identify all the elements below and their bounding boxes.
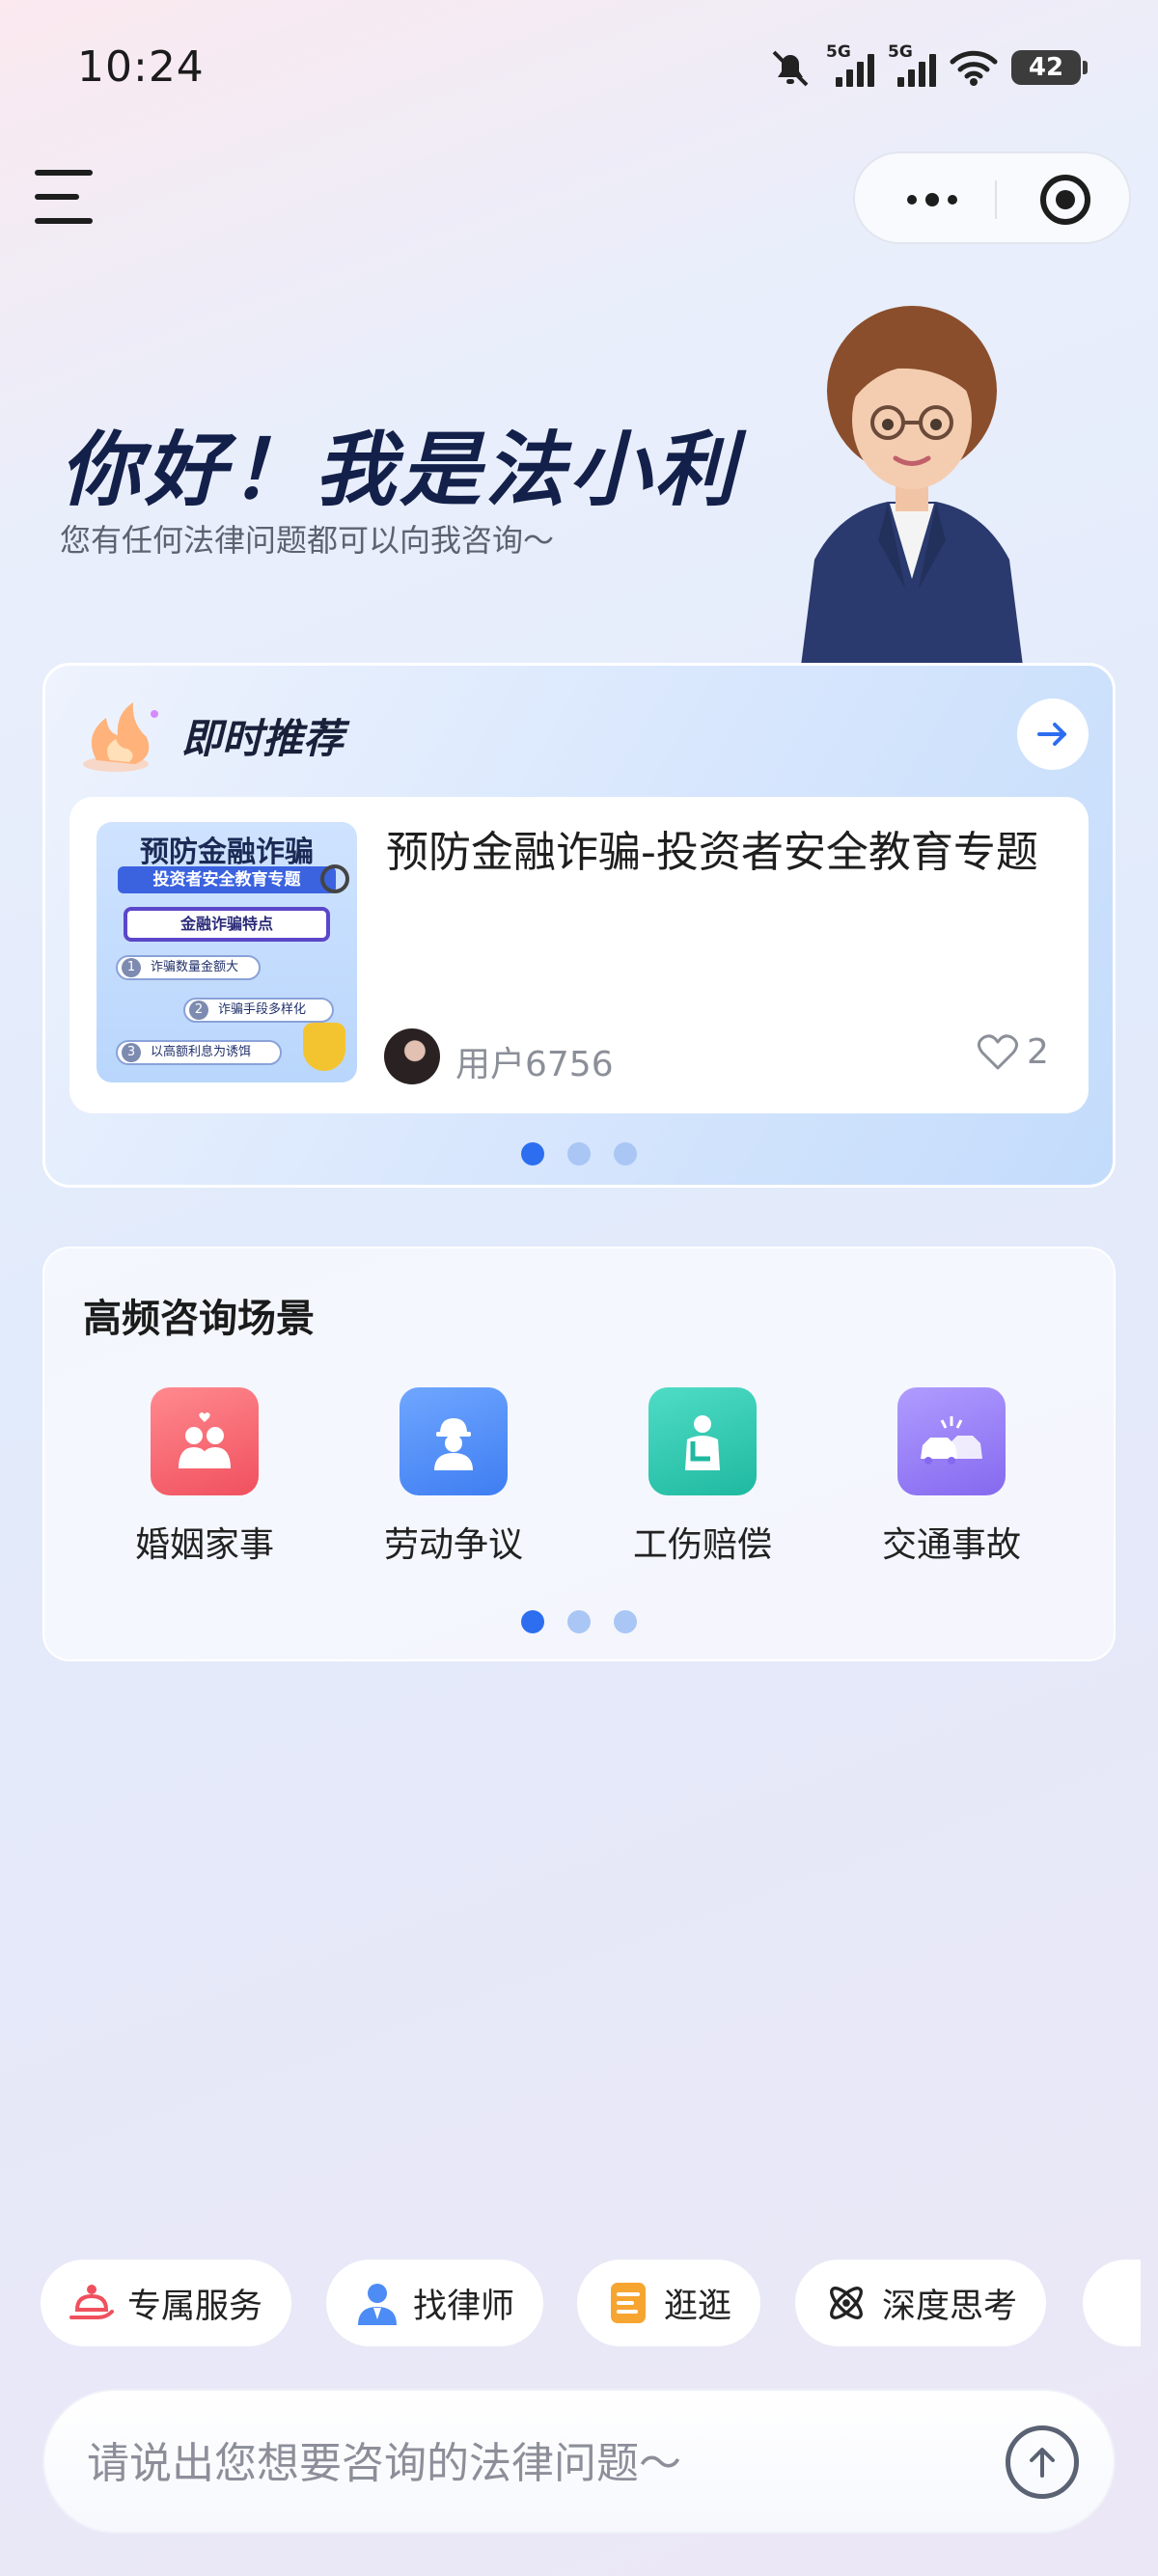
- arrow-right-icon: [1037, 723, 1066, 746]
- recommend-more-button[interactable]: [1017, 699, 1089, 770]
- pagination-dot-active[interactable]: [521, 1142, 544, 1165]
- silent-bell-icon: [772, 50, 809, 87]
- scene-label: 交通事故: [881, 1525, 1021, 1565]
- question-input-bar: [42, 2389, 1116, 2534]
- close-miniapp-icon[interactable]: [1040, 175, 1090, 225]
- chip-exclusive-service[interactable]: 专属服务: [41, 2260, 292, 2346]
- scene-label: 婚姻家事: [134, 1525, 274, 1565]
- recommend-author: 用户6756: [455, 1045, 614, 1084]
- scene-labor[interactable]: 劳动争议: [347, 1387, 560, 1567]
- battery-indicator: 42: [1011, 50, 1088, 85]
- pagination-dot[interactable]: [614, 1142, 637, 1165]
- pagination-dot[interactable]: [567, 1610, 591, 1633]
- assistant-avatar-illustration: [801, 306, 1023, 666]
- status-time: 10:24: [77, 42, 205, 92]
- chip-overflow[interactable]: [1083, 2260, 1141, 2346]
- question-input[interactable]: [87, 2429, 955, 2497]
- cellular-signal-1-icon: 5G: [826, 42, 874, 87]
- pagination-dot[interactable]: [614, 1610, 637, 1633]
- recommend-headline[interactable]: 预防金融诈骗-投资者安全教育专题: [386, 822, 1062, 884]
- like-button[interactable]: 2: [977, 1032, 1049, 1072]
- chip-find-lawyer[interactable]: 找律师: [326, 2260, 544, 2346]
- scene-marriage[interactable]: 婚姻家事: [98, 1387, 311, 1567]
- browse-icon: [606, 2281, 650, 2325]
- recommend-title: 即时推荐: [181, 715, 345, 762]
- scenes-pagination: [521, 1610, 637, 1633]
- shield-icon: [303, 1023, 345, 1071]
- pagination-dot-active[interactable]: [521, 1610, 544, 1633]
- recommend-thumbnail[interactable]: 预防金融诈骗 投资者安全教育专题 金融诈骗特点 1 诈骗数量金额大 2 诈骗手段多样…: [96, 822, 357, 1082]
- couple-icon: [151, 1387, 259, 1495]
- more-options-icon[interactable]: [894, 180, 971, 219]
- user-avatar: [384, 1028, 440, 1084]
- scenes-title: 高频咨询场景: [83, 1297, 315, 1341]
- cellular-signal-2-icon: 5G: [888, 42, 936, 87]
- heart-icon: [978, 1033, 1018, 1069]
- chip-label: 专属服务: [127, 2287, 263, 2326]
- fire-icon: [83, 702, 158, 772]
- atom-icon: [824, 2281, 868, 2325]
- scene-label: 工伤赔偿: [632, 1525, 772, 1565]
- status-icons: 5G 5G 42: [768, 42, 1088, 93]
- chip-label: 找律师: [413, 2287, 515, 2326]
- greeting-subtitle: 您有任何法律问题都可以向我咨询～: [60, 522, 555, 559]
- worker-icon: [400, 1387, 508, 1495]
- arrow-up-icon: [1030, 2448, 1055, 2478]
- miniapp-capsule: [853, 151, 1131, 244]
- magnifier-icon: [320, 864, 349, 893]
- chip-label: 深度思考: [882, 2287, 1018, 2326]
- scene-injury[interactable]: 工伤赔偿: [596, 1387, 809, 1567]
- menu-icon[interactable]: [35, 166, 96, 228]
- chip-label: 逛逛: [664, 2287, 732, 2326]
- chip-browse[interactable]: 逛逛: [577, 2260, 761, 2346]
- scene-traffic[interactable]: 交通事故: [845, 1387, 1058, 1567]
- service-bell-icon: [69, 2281, 114, 2325]
- recommend-pagination: [521, 1142, 637, 1165]
- lawyer-icon: [355, 2281, 400, 2325]
- injury-icon: [648, 1387, 757, 1495]
- car-accident-icon: [897, 1387, 1006, 1495]
- wifi-icon: [950, 50, 998, 86]
- scene-label: 劳动争议: [383, 1525, 523, 1565]
- send-button[interactable]: [1006, 2425, 1079, 2499]
- greeting-title: 你好！我是法小利: [60, 423, 740, 517]
- pagination-dot[interactable]: [567, 1142, 591, 1165]
- chip-deep-think[interactable]: 深度思考: [795, 2260, 1047, 2346]
